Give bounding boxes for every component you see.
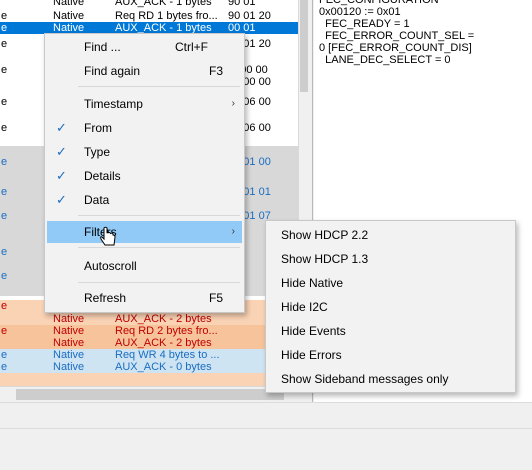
submenu-item-show-sideband-only[interactable]: Show Sideband messages only (268, 367, 513, 391)
row-type-glyph: e (1, 210, 8, 222)
submenu-arrow-icon: › (231, 98, 235, 109)
menu-item-label: Hide Events (281, 324, 346, 338)
menu-item-from[interactable]: ✓ From (47, 117, 242, 139)
submenu-item-hide-events[interactable]: Hide Events (268, 319, 513, 343)
cell-from: Native (53, 349, 85, 361)
menu-item-filters[interactable]: Filters › (47, 221, 242, 243)
cell-details: AUX_ACK - 0 bytes (115, 361, 212, 373)
scrollbar-thumb[interactable] (300, 0, 308, 92)
cell-details: Req WR 4 bytes to ... (115, 349, 220, 361)
row-type-glyph: e (1, 361, 8, 373)
cell-data: 90 01 20 (228, 10, 271, 22)
row-type-glyph: e (1, 349, 8, 361)
menu-separator (78, 282, 240, 283)
row-type-glyph: e (1, 38, 8, 50)
table-row[interactable] (0, 373, 298, 386)
menu-item-shortcut: F5 (208, 291, 223, 305)
row-type-glyph: e (1, 10, 8, 22)
menu-item-label: Find again (84, 64, 141, 78)
checkmark-icon: ✓ (56, 120, 67, 135)
cell-from: Native (53, 361, 85, 373)
submenu-item-hide-errors[interactable]: Hide Errors (268, 343, 513, 367)
table-row[interactable]: e Native Req RD 2 bytes fro... (0, 325, 298, 337)
menu-item-timestamp[interactable]: Timestamp › (47, 93, 242, 115)
checkmark-icon: ✓ (56, 144, 67, 159)
menu-item-label: Autoscroll (84, 259, 137, 273)
menu-item-label: Hide Errors (281, 348, 342, 362)
row-type-glyph: e (1, 325, 8, 337)
cell-from: Native (53, 337, 85, 349)
table-row[interactable]: e Native Req WR 4 bytes to ... (0, 349, 298, 361)
cell-from: Native (53, 10, 85, 22)
cell-details: AUX_ACK - 2 bytes (115, 337, 212, 349)
table-row[interactable]: e Native Req RD 1 bytes fro... 90 01 20 (0, 10, 298, 22)
cell-from: Native (53, 0, 85, 8)
menu-separator (78, 215, 240, 216)
row-type-glyph: e (1, 122, 8, 134)
scrollbar-thumb[interactable] (16, 389, 284, 400)
row-type-glyph: e (1, 96, 8, 108)
menu-item-refresh[interactable]: Refresh F5 (47, 287, 242, 309)
menu-item-label: Hide I2C (281, 300, 328, 314)
menu-item-find[interactable]: Find ... Ctrl+F (47, 36, 242, 58)
menu-item-type[interactable]: ✓ Type (47, 141, 242, 163)
table-row[interactable]: Native AUX_ACK - 1 bytes 90 01 (0, 0, 298, 8)
filters-submenu: Show HDCP 2.2 Show HDCP 1.3 Hide Native … (265, 220, 516, 393)
row-type-glyph: e (1, 156, 8, 168)
checkmark-icon: ✓ (56, 192, 67, 207)
menu-item-details[interactable]: ✓ Details (47, 165, 242, 187)
hand-cursor-icon (100, 226, 116, 246)
table-row[interactable]: e Native AUX_ACK - 0 bytes (0, 361, 298, 373)
menu-item-find-again[interactable]: Find again F3 (47, 60, 242, 82)
menu-item-label: Type (84, 145, 111, 159)
submenu-item-show-hdcp-1-3[interactable]: Show HDCP 1.3 (268, 247, 513, 271)
submenu-arrow-icon: › (231, 226, 235, 237)
cell-details: Req RD 1 bytes fro... (115, 10, 218, 22)
row-type-glyph: e (1, 186, 8, 198)
menu-item-shortcut: F3 (208, 64, 223, 78)
menu-item-label: Hide Native (281, 276, 344, 290)
menu-item-label: Data (84, 193, 110, 207)
menu-item-label: Show Sideband messages only (281, 372, 449, 386)
menu-item-label: From (84, 121, 112, 135)
cell-from: Native (53, 313, 85, 325)
menu-item-label: Show HDCP 1.3 (281, 252, 369, 266)
table-row[interactable]: Native AUX_ACK - 2 bytes (0, 313, 298, 325)
horizontal-scrollbar[interactable] (0, 386, 308, 402)
cell-from: Native (53, 325, 85, 337)
cell-data: 90 01 (228, 0, 256, 8)
menu-item-label: Timestamp (84, 97, 143, 111)
submenu-item-show-hdcp-2-2[interactable]: Show HDCP 2.2 (268, 223, 513, 247)
menu-item-shortcut: Ctrl+F (175, 40, 208, 54)
bottom-panel (0, 428, 532, 470)
status-bar (0, 402, 532, 428)
context-menu: Find ... Ctrl+F Find again F3 Timestamp … (44, 33, 245, 313)
row-type-glyph: e (1, 64, 8, 76)
row-type-glyph: e (1, 22, 8, 34)
cell-details: Req RD 2 bytes fro... (115, 325, 218, 337)
menu-item-label: Show HDCP 2.2 (281, 228, 369, 242)
menu-item-label: Details (84, 169, 121, 183)
submenu-item-hide-native[interactable]: Hide Native (268, 271, 513, 295)
cell-details: AUX_ACK - 2 bytes (115, 313, 212, 325)
table-row[interactable]: Native AUX_ACK - 2 bytes (0, 337, 298, 349)
row-type-glyph: e (1, 246, 8, 258)
checkmark-icon: ✓ (56, 168, 67, 183)
cell-details: AUX_ACK - 1 bytes (115, 0, 212, 8)
menu-item-data[interactable]: ✓ Data (47, 189, 242, 211)
menu-separator (78, 86, 240, 87)
row-type-glyph: e (1, 300, 8, 312)
menu-item-label: Find ... (84, 40, 121, 54)
register-detail-text: FEC_CONFIGURATION 0x00120 := 0x01 FEC_RE… (319, 0, 475, 66)
menu-item-label: Refresh (84, 291, 127, 305)
menu-item-autoscroll[interactable]: Autoscroll (47, 255, 242, 277)
submenu-item-hide-i2c[interactable]: Hide I2C (268, 295, 513, 319)
row-type-glyph: e (1, 270, 8, 282)
